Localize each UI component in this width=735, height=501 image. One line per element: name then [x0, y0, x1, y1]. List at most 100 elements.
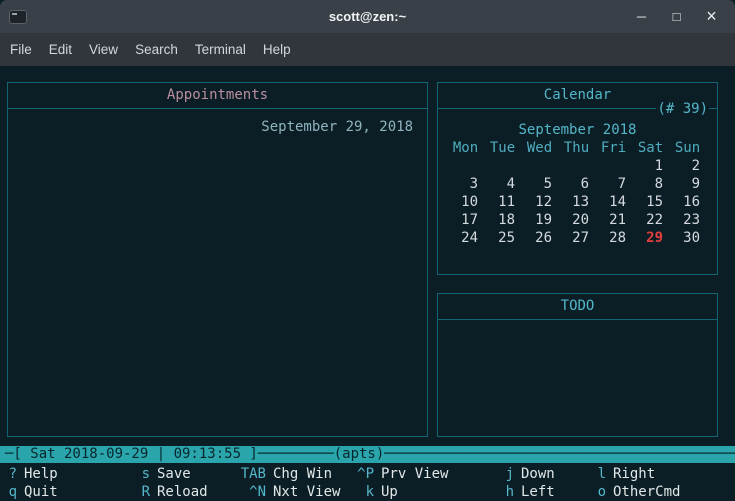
calendar-day-cell: 16	[669, 193, 706, 211]
calendar-day-cell: 17	[447, 211, 484, 229]
calendar-panel: Calendar (# 39) September 2018 Mon Tue W…	[437, 82, 718, 275]
calendar-day-cell: 25	[484, 229, 521, 247]
menubar: File Edit View Search Terminal Help	[0, 33, 735, 66]
calendar-day-today: 29	[632, 229, 669, 247]
calendar-day-cell: 11	[484, 193, 521, 211]
keybinding-label: Prv View	[381, 465, 448, 483]
calendar-day-cell	[558, 157, 595, 175]
calendar-day-cell: 20	[558, 211, 595, 229]
keybinding-label: Up	[381, 483, 398, 501]
keybinding-nxt-view: ^N Nxt View	[240, 483, 340, 501]
keybinding-label: Right	[613, 465, 655, 483]
calendar-day-cell: 3	[447, 175, 484, 193]
window-controls: ─ □ ×	[624, 0, 729, 33]
calendar-day-cell: 1	[632, 157, 669, 175]
keybinding-key: ^N	[240, 483, 266, 501]
day-header-wed: Wed	[521, 139, 558, 157]
calendar-day-cell: 23	[669, 211, 706, 229]
calendar-day-cell: 18	[484, 211, 521, 229]
day-header-sun: Sun	[669, 139, 706, 157]
keybinding-key: s	[140, 465, 150, 483]
calendar-grid: Mon Tue Wed Thu Fri Sat Sun 1 2 3 4 5 6 …	[447, 139, 717, 247]
keybinding-reload: R Reload	[140, 483, 208, 501]
week-number-badge: (# 39)	[656, 100, 709, 118]
keybinding-label: OtherCmd	[613, 483, 680, 501]
day-header-fri: Fri	[595, 139, 632, 157]
menu-view[interactable]: View	[89, 33, 118, 66]
minimize-icon[interactable]: ─	[624, 0, 659, 33]
calendar-day-cell: 14	[595, 193, 632, 211]
maximize-icon[interactable]: □	[659, 0, 694, 33]
calendar-day-cell: 30	[669, 229, 706, 247]
keybinding-key: j	[504, 465, 514, 483]
calendar-day-cell: 26	[521, 229, 558, 247]
keybinding-save: s Save	[140, 465, 191, 483]
calendar-day-cell: 8	[632, 175, 669, 193]
calendar-day-cell: 15	[632, 193, 669, 211]
calendar-day-cell: 22	[632, 211, 669, 229]
keybinding-key: ?	[7, 465, 17, 483]
appointments-separator	[8, 108, 427, 109]
keybindings-row-2: q Quit R Reload ^N Nxt View k Up h Left …	[0, 483, 735, 501]
keybinding-label: Save	[157, 465, 191, 483]
calendar-day-cell	[521, 157, 558, 175]
keybinding-key: q	[7, 483, 17, 501]
keybinding-left: h Left	[504, 483, 555, 501]
calendar-day-cell: 9	[669, 175, 706, 193]
menu-file[interactable]: File	[10, 33, 32, 66]
keybindings-row-1: ? Help s Save TAB Chg Win ^P Prv View j …	[0, 465, 735, 483]
keybinding-label: Down	[521, 465, 555, 483]
keybinding-label: Reload	[157, 483, 208, 501]
menu-search[interactable]: Search	[135, 33, 178, 66]
keybinding-down: j Down	[504, 465, 555, 483]
menu-help[interactable]: Help	[263, 33, 291, 66]
keybinding-label: Chg Win	[273, 465, 332, 483]
keybinding-label: Help	[24, 465, 58, 483]
calendar-day-cell: 4	[484, 175, 521, 193]
calendar-month-label: September 2018	[438, 121, 717, 139]
keybinding-key: o	[596, 483, 606, 501]
keybinding-label: Quit	[24, 483, 58, 501]
close-icon[interactable]: ×	[694, 0, 729, 33]
calendar-day-cell	[595, 157, 632, 175]
keybinding-key: R	[140, 483, 150, 501]
keybinding-quit: q Quit	[7, 483, 58, 501]
calendar-day-cell	[484, 157, 521, 175]
keybinding-key: h	[504, 483, 514, 501]
calendar-day-cell: 13	[558, 193, 595, 211]
appointments-panel: Appointments September 29, 2018	[7, 82, 428, 437]
day-header-tue: Tue	[484, 139, 521, 157]
calendar-day-cell: 21	[595, 211, 632, 229]
day-header-thu: Thu	[558, 139, 595, 157]
calendar-day-cell: 27	[558, 229, 595, 247]
keybinding-up: k Up	[356, 483, 398, 501]
todo-separator	[438, 319, 717, 320]
keybinding-chg-win: TAB Chg Win	[240, 465, 332, 483]
terminal-window: scott@zen:~ ─ □ × File Edit View Search …	[0, 0, 735, 501]
calendar-separator: (# 39)	[438, 108, 717, 109]
day-header-sat: Sat	[632, 139, 669, 157]
keybinding-help: ? Help	[7, 465, 58, 483]
keybinding-label: Nxt View	[273, 483, 340, 501]
keybinding-key: TAB	[240, 465, 266, 483]
appointments-date-heading: September 29, 2018	[8, 118, 427, 136]
menu-terminal[interactable]: Terminal	[195, 33, 246, 66]
day-header-mon: Mon	[447, 139, 484, 157]
menu-edit[interactable]: Edit	[49, 33, 72, 66]
keybinding-right: l Right	[596, 465, 655, 483]
calendar-day-cell: 10	[447, 193, 484, 211]
keybinding-key: ^P	[356, 465, 374, 483]
todo-panel: TODO	[437, 293, 718, 437]
calendar-day-cell: 7	[595, 175, 632, 193]
notify-bar: ─[ Sat 2018-09-29 | 09:13:55 ]─────────(…	[0, 446, 735, 463]
keybinding-label: Left	[521, 483, 555, 501]
appointments-title: Appointments	[8, 83, 427, 108]
terminal-screen[interactable]: Appointments September 29, 2018 Calendar…	[0, 66, 735, 501]
keybinding-key: l	[596, 465, 606, 483]
keybinding-othercmd: o OtherCmd	[596, 483, 680, 501]
terminal-icon	[9, 10, 27, 24]
titlebar[interactable]: scott@zen:~ ─ □ ×	[0, 0, 735, 33]
calendar-day-cell: 24	[447, 229, 484, 247]
calendar-day-cell	[447, 157, 484, 175]
calendar-day-cell: 19	[521, 211, 558, 229]
